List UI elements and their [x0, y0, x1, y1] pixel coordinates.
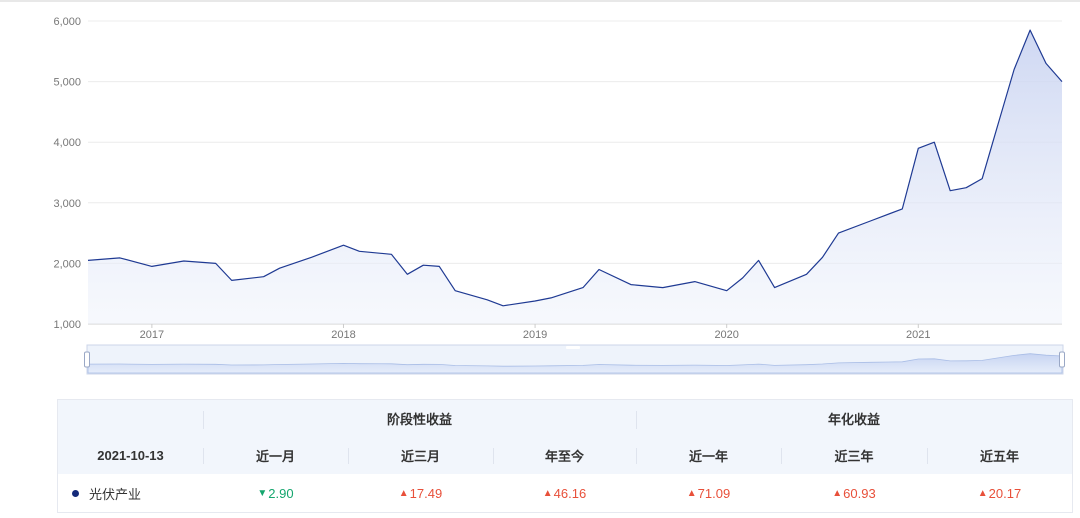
up-arrow-icon: ▲	[686, 487, 697, 499]
series-dot	[72, 489, 79, 497]
y-tick-label: 2,000	[53, 258, 81, 270]
y-tick-label: 5,000	[53, 77, 81, 89]
value-1y-text: 71.09	[697, 485, 731, 501]
series-name: 光伏产业	[89, 486, 142, 502]
value-1m-text: 2.90	[268, 485, 294, 501]
value-3m: ▲ 17.49	[348, 474, 493, 512]
up-arrow-icon: ▲	[398, 487, 409, 499]
table-header: 阶段性收益 年化收益 2021-10-13 近一月 近三月 年至今 近一年 近三…	[58, 400, 1072, 474]
col-header-5y[interactable]: 近五年	[927, 437, 1072, 474]
navigator-left-handle[interactable]	[84, 351, 90, 368]
value-5y-text: 20.17	[988, 485, 1022, 501]
range-navigator[interactable]	[84, 344, 1065, 375]
group-stage-returns: 阶段性收益	[386, 412, 452, 427]
navigator-right-handle[interactable]	[1059, 351, 1065, 368]
y-tick-label: 4,000	[53, 137, 81, 149]
index-chart[interactable]: 1,0002,0003,0004,0005,0006,000 2017 2018 2…	[0, 0, 1080, 395]
value-ytd-text: 46.16	[553, 485, 587, 501]
col-header-1m[interactable]: 近一月	[203, 437, 348, 474]
value-3y: ▲ 60.93	[781, 474, 927, 512]
up-arrow-icon: ▲	[832, 487, 843, 499]
x-tick-label: 2019	[523, 329, 547, 341]
returns-table: 阶段性收益 年化收益 2021-10-13 近一月 近三月 年至今 近一年 近三…	[57, 399, 1073, 513]
x-tick-label: 2018	[331, 329, 355, 341]
group-annual-returns: 年化收益	[827, 412, 880, 427]
col-header-1y[interactable]: 近一年	[636, 437, 781, 474]
y-axis: 1,000 2,000 3,000 4,000 5,000 6,000	[53, 16, 81, 331]
x-tick-label: 2020	[714, 329, 738, 341]
value-ytd: ▲ 46.16	[493, 474, 636, 512]
y-tick-label: 3,000	[53, 198, 81, 210]
value-5y: ▲ 20.17	[927, 474, 1072, 512]
value-3m-text: 17.49	[409, 485, 443, 501]
navigator-grip[interactable]	[566, 346, 580, 349]
x-tick-label: 2017	[140, 329, 164, 341]
col-header-3m[interactable]: 近三月	[348, 437, 493, 474]
series-name-cell: 光伏产业	[58, 474, 203, 512]
value-1m: ▼ 2.90	[203, 474, 348, 512]
col-header-3y[interactable]: 近三年	[781, 437, 927, 474]
value-1y: ▲ 71.09	[636, 474, 781, 512]
col-header-ytd[interactable]: 年至今	[493, 437, 636, 474]
down-arrow-icon: ▼	[257, 487, 268, 499]
up-arrow-icon: ▲	[977, 487, 988, 499]
y-tick-label: 6,000	[53, 16, 81, 28]
up-arrow-icon: ▲	[542, 487, 553, 499]
date-header: 2021-10-13	[97, 448, 164, 463]
y-tick-label: 1,000	[53, 319, 81, 331]
x-axis: 2017 2018 2019 2020 2021	[140, 324, 931, 341]
x-tick-label: 2021	[906, 329, 930, 341]
value-3y-text: 60.93	[843, 485, 876, 501]
